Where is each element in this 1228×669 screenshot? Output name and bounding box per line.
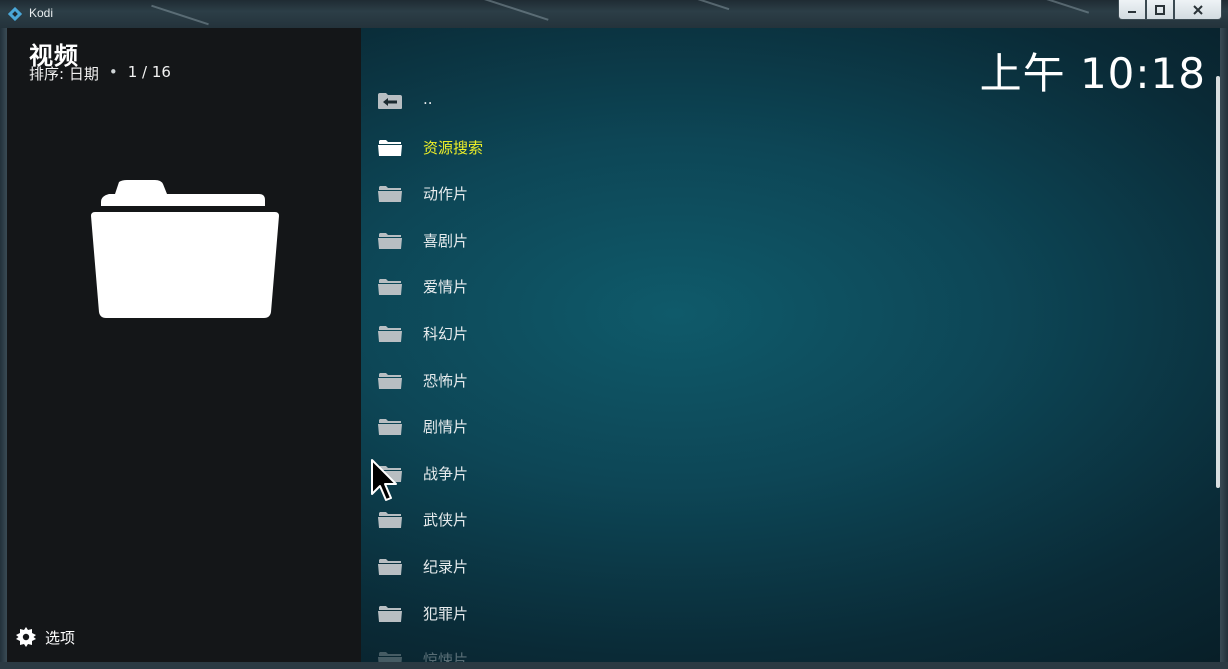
list-item[interactable]: 纪录片 [361, 543, 881, 589]
list-item[interactable]: 动作片 [361, 170, 881, 216]
window-title: Kodi [29, 6, 54, 20]
options-label: 选项 [45, 628, 76, 647]
folder-icon [378, 232, 402, 249]
window-frame-right [1220, 28, 1228, 669]
folder-icon [378, 559, 402, 575]
list-item-label: 资源搜索 [423, 138, 484, 157]
item-position: 1 / 16 [127, 63, 171, 81]
folder-icon [378, 605, 402, 622]
close-icon [1193, 4, 1203, 15]
list-item-label: 喜剧片 [423, 231, 469, 250]
list-item[interactable]: 武侠片 [361, 496, 881, 542]
mouse-cursor-icon [371, 459, 397, 501]
list-item-label: 剧情片 [423, 418, 469, 437]
list-item[interactable]: 科幻片 [361, 310, 881, 356]
list-item-label: 科幻片 [423, 325, 469, 343]
sort-label: 排序: 日期 [29, 65, 99, 83]
folder-thumbnail-icon [91, 180, 279, 318]
folder-icon [378, 186, 402, 203]
list-item[interactable]: 战争片 [361, 450, 881, 496]
info-panel: 视频 排序: 日期 • 1 / 16 选项 [7, 28, 361, 662]
folder-icon [378, 326, 402, 342]
folder-icon [378, 372, 402, 389]
window-titlebar[interactable]: Kodi [0, 0, 1228, 28]
kodi-client: 视频 排序: 日期 • 1 / 16 选项 上午 10:18 .. 资源搜索 动… [7, 28, 1220, 662]
list-item[interactable]: 惊悚片 [361, 636, 881, 662]
list-item-label: 犯罪片 [423, 604, 469, 623]
minimize-icon [1128, 10, 1136, 13]
list-item[interactable]: 资源搜索 [361, 124, 881, 170]
maximize-button[interactable] [1146, 0, 1174, 20]
list-item-label: 动作片 [423, 185, 469, 204]
list-item[interactable]: 犯罪片 [361, 590, 881, 636]
list-item-label: 纪录片 [423, 558, 469, 576]
window-frame-left [0, 28, 7, 669]
list-item-label: 恐怖片 [423, 371, 469, 390]
list-item[interactable]: 爱情片 [361, 263, 881, 309]
minimize-button[interactable] [1118, 0, 1146, 20]
list-scrollbar[interactable] [1216, 76, 1220, 488]
back-icon [378, 93, 402, 109]
list-item[interactable]: 喜剧片 [361, 217, 881, 263]
close-button[interactable] [1174, 0, 1222, 20]
folder-icon [378, 419, 402, 436]
maximize-icon [1155, 4, 1165, 15]
list-item-label: 武侠片 [423, 511, 469, 530]
kodi-logo-icon [8, 7, 22, 21]
list-item-label: 战争片 [423, 464, 469, 483]
window-controls [1118, 0, 1222, 20]
window-frame-bottom [0, 662, 1228, 669]
folder-icon [378, 279, 402, 296]
sort-info: 排序: 日期 • 1 / 16 [29, 63, 171, 84]
folder-icon [378, 652, 402, 662]
separator-dot: • [108, 63, 118, 81]
clock: 上午 10:18 [979, 49, 1206, 98]
options-button[interactable]: 选项 [15, 626, 75, 648]
list-item[interactable]: 剧情片 [361, 403, 881, 449]
folder-icon [378, 512, 402, 529]
list-item-label: .. [423, 90, 433, 108]
list-item-label: 惊悚片 [423, 651, 469, 662]
list-item-parent[interactable]: .. [361, 77, 881, 123]
list-item[interactable]: 恐怖片 [361, 357, 881, 403]
folder-icon [378, 139, 402, 156]
list-item-label: 爱情片 [423, 278, 469, 297]
gear-icon [16, 627, 36, 647]
